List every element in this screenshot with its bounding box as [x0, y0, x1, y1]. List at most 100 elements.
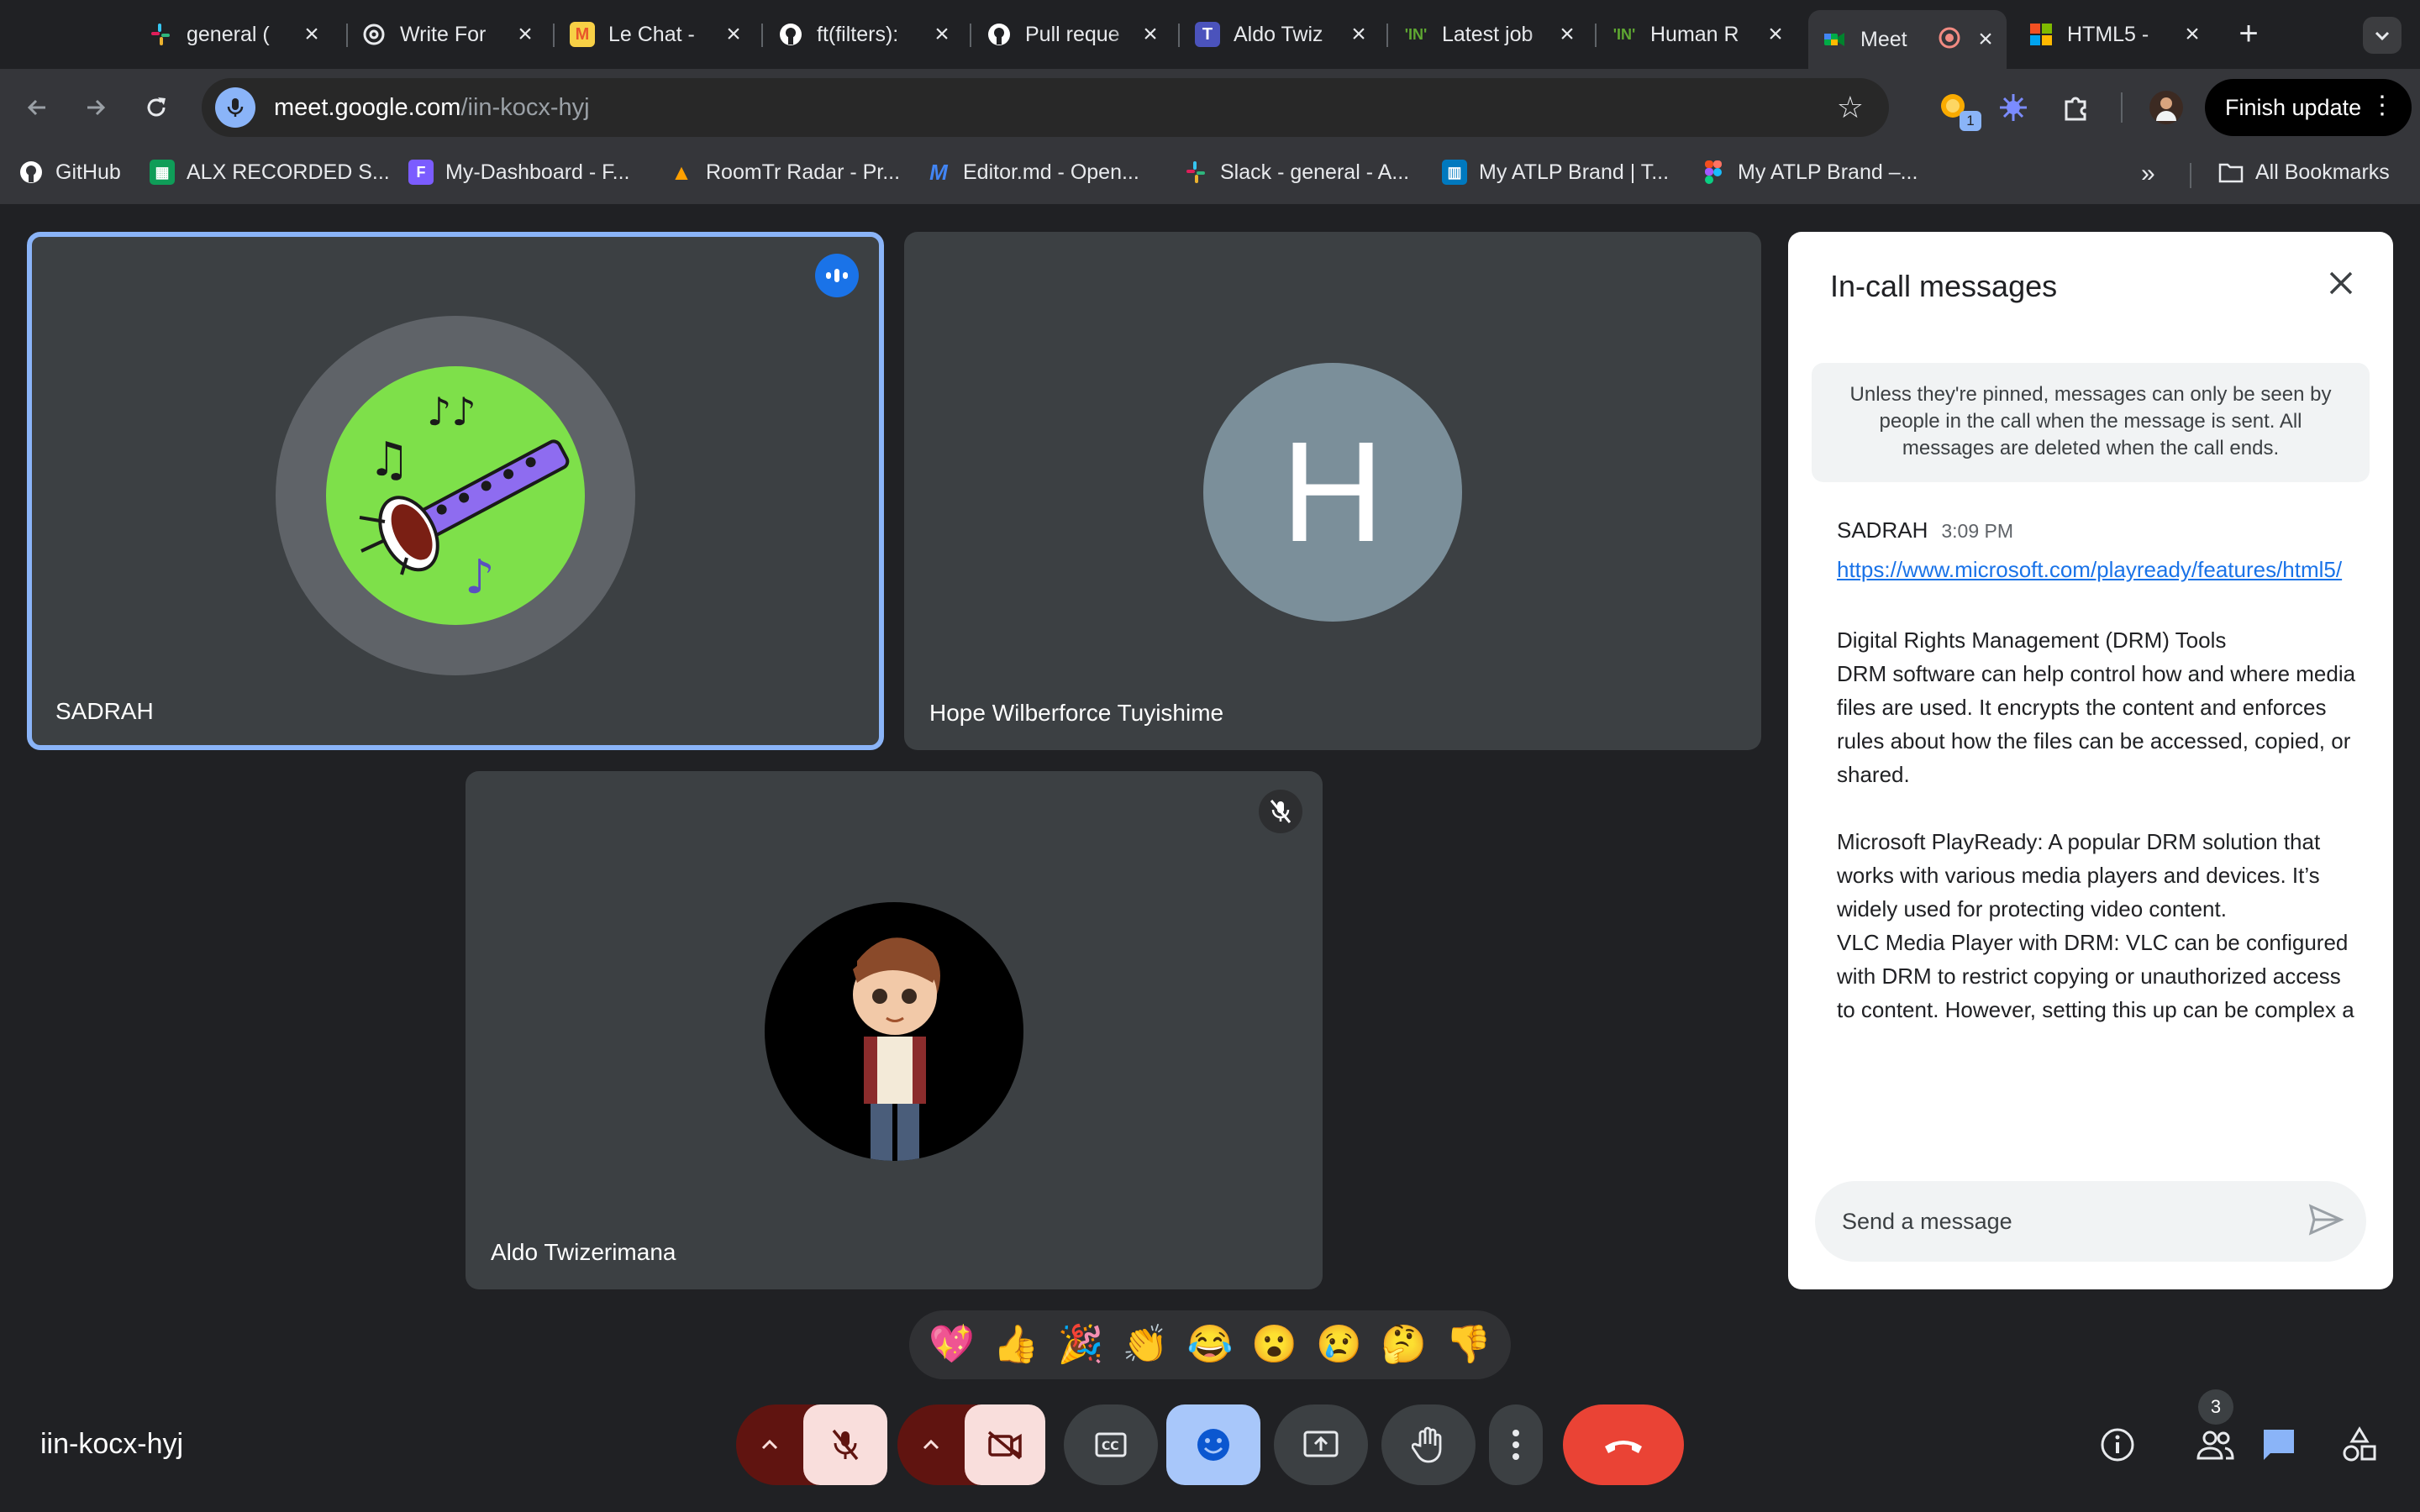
bookmark-atlp-brand-figma[interactable]: My ATLP Brand –... — [1701, 160, 1918, 185]
raise-hand-button[interactable] — [1381, 1404, 1476, 1485]
url-host: meet.google.com — [274, 93, 461, 121]
people-button[interactable] — [2193, 1423, 2237, 1467]
bookmark-star-icon[interactable]: ☆ — [1837, 90, 1864, 125]
address-bar[interactable]: meet.google.com/iin-kocx-hyj ☆ — [202, 78, 1889, 137]
browser-chrome: general ( × Write For × M Le Chat - × ft… — [0, 0, 2420, 204]
close-tab-icon[interactable]: × — [513, 20, 538, 49]
close-tab-icon[interactable]: × — [299, 20, 324, 49]
close-icon[interactable] — [2326, 262, 2356, 307]
back-button[interactable] — [15, 86, 59, 129]
meeting-details-button[interactable] — [2096, 1423, 2139, 1467]
microphone-indicator-icon[interactable] — [215, 87, 255, 128]
reaction-party-popper[interactable]: 🎉 — [1058, 1326, 1104, 1363]
close-tab-icon[interactable]: × — [721, 20, 746, 49]
bookmark-github[interactable]: GitHub — [18, 160, 121, 185]
participant-tile-sadrah[interactable]: ♫ ♪♪ ♪ SADRAH — [27, 232, 884, 750]
finish-update-button[interactable]: Finish update ⋮ — [2205, 79, 2412, 136]
tab-ft-filters[interactable]: ft(filters): × — [765, 10, 963, 59]
info-icon — [2101, 1428, 2134, 1462]
leave-call-button[interactable] — [1563, 1404, 1684, 1485]
tab-human-r[interactable]: 'IN' Human R × — [1598, 10, 1797, 59]
extensions-menu-button[interactable] — [2055, 87, 2096, 128]
send-message-input[interactable] — [1842, 1208, 2296, 1235]
reaction-thinking[interactable]: 🤔 — [1381, 1326, 1427, 1363]
close-tab-icon[interactable]: × — [1763, 20, 1788, 49]
bookmark-roomtr-radar[interactable]: ▲ RoomTr Radar - Pr... — [669, 160, 900, 185]
tab-search-button[interactable] — [2363, 17, 2402, 54]
close-tab-icon[interactable]: × — [1346, 20, 1371, 49]
tab-pull-request[interactable]: Pull reque × — [973, 10, 1171, 59]
extension-button[interactable] — [1993, 87, 2033, 128]
tab-aldo-twiz[interactable]: T Aldo Twiz × — [1181, 10, 1380, 59]
participant-tile-aldo[interactable]: Aldo Twizerimana — [466, 771, 1323, 1289]
reload-button[interactable] — [134, 86, 178, 129]
close-tab-icon[interactable]: × — [1138, 20, 1163, 49]
toggle-camera-button[interactable] — [965, 1404, 1045, 1485]
tab-title: general ( — [187, 22, 270, 46]
close-tab-icon[interactable]: × — [929, 20, 955, 49]
new-tab-button[interactable]: + — [2232, 15, 2265, 53]
url-path: /iin-kocx-hyj — [460, 93, 590, 121]
participant-name: SADRAH — [55, 698, 154, 724]
cartoon-boy-avatar — [765, 902, 1023, 1161]
tab-write-for[interactable]: Write For × — [348, 10, 546, 59]
tab-slack-general[interactable]: general ( × — [134, 10, 333, 59]
message-link[interactable]: https://www.microsoft.com/playready/feat… — [1837, 553, 2358, 586]
reaction-crying[interactable]: 😢 — [1316, 1326, 1362, 1363]
more-options-button[interactable] — [1489, 1404, 1543, 1485]
more-vert-icon — [1512, 1430, 1519, 1460]
tab-le-chat[interactable]: M Le Chat - × — [556, 10, 755, 59]
slack-icon — [1183, 160, 1208, 185]
bookmark-my-dashboard[interactable]: F My-Dashboard - F... — [408, 160, 630, 185]
tab-title: Human R — [1650, 22, 1739, 46]
message-header: SADRAH 3:09 PM — [1837, 517, 2013, 543]
toggle-mic-button[interactable] — [803, 1404, 887, 1485]
message-notice: Unless they're pinned, messages can only… — [1812, 363, 2370, 482]
close-tab-icon[interactable]: × — [2180, 20, 2205, 49]
close-tab-icon[interactable]: × — [1973, 25, 1998, 54]
end-call-icon — [1605, 1441, 1642, 1453]
all-bookmarks-button[interactable]: All Bookmarks — [2218, 160, 2390, 185]
captions-button[interactable]: CC — [1064, 1404, 1158, 1485]
bookmark-label: GitHub — [55, 160, 121, 184]
video-options-chevron-icon[interactable] — [897, 1438, 965, 1452]
close-tab-icon[interactable]: × — [1555, 20, 1580, 49]
reaction-sparkling-heart[interactable]: 💖 — [929, 1326, 975, 1363]
bookmark-slack-general[interactable]: Slack - general - A... — [1183, 160, 1409, 185]
audio-options-chevron-icon[interactable] — [736, 1438, 803, 1452]
indeed-icon: 'IN' — [1404, 25, 1428, 43]
bookmarks-bar: GitHub ▦ ALX RECORDED S... F My-Dashboar… — [0, 151, 2420, 198]
reactions-button[interactable] — [1166, 1404, 1260, 1485]
reaction-thumbs-down[interactable]: 👎 — [1445, 1326, 1491, 1363]
figma-purple-icon: F — [408, 160, 434, 185]
more-vert-icon[interactable]: ⋮ — [2370, 91, 2395, 120]
profile-button[interactable] — [2146, 87, 2186, 128]
forward-button[interactable] — [74, 86, 118, 129]
tab-html5[interactable]: HTML5 - × — [2015, 10, 2213, 59]
reaction-thumbs-up[interactable]: 👍 — [993, 1326, 1039, 1363]
participant-tile-hope[interactable]: H Hope Wilberforce Tuyishime — [904, 232, 1761, 750]
bookmark-editor-md[interactable]: M Editor.md - Open... — [926, 160, 1139, 185]
send-icon[interactable] — [2307, 1203, 2344, 1241]
reaction-clapping[interactable]: 👏 — [1123, 1326, 1169, 1363]
bookmark-label: RoomTr Radar - Pr... — [706, 160, 901, 184]
extension-button[interactable]: 1 — [1934, 87, 1981, 131]
url-text[interactable]: meet.google.com/iin-kocx-hyj — [274, 94, 590, 122]
tab-divider — [1178, 24, 1180, 47]
tab-divider — [761, 24, 763, 47]
svg-text:♪♪: ♪♪ — [427, 389, 476, 434]
participant-name: Hope Wilberforce Tuyishime — [929, 700, 1224, 726]
chat-button[interactable] — [2257, 1423, 2301, 1467]
more-bookmarks-button[interactable]: » — [2141, 160, 2155, 188]
arrow-right-icon — [87, 99, 106, 116]
activities-button[interactable] — [2338, 1423, 2381, 1467]
folder-icon — [2218, 160, 2244, 185]
reaction-surprised[interactable]: 😮 — [1251, 1326, 1297, 1363]
present-screen-button[interactable] — [1274, 1404, 1368, 1485]
tab-meet[interactable]: Meet × — [1808, 10, 2007, 69]
bookmark-atlp-brand-trello[interactable]: ▥ My ATLP Brand | T... — [1442, 160, 1669, 185]
reaction-joy[interactable]: 😂 — [1187, 1326, 1234, 1363]
tab-title: Le Chat - — [608, 22, 695, 46]
bookmark-alx-recorded[interactable]: ▦ ALX RECORDED S... — [150, 160, 390, 185]
tab-latest-job[interactable]: 'IN' Latest job × — [1390, 10, 1588, 59]
